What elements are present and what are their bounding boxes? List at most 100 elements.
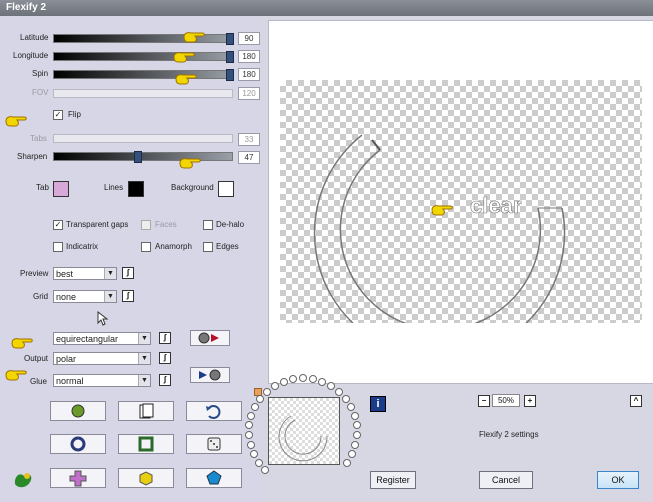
glue-label: Glue [30, 377, 47, 386]
input-projection-select[interactable]: equirectangular ▼ [53, 332, 151, 345]
undo-button[interactable] [186, 401, 242, 421]
transparent-gaps-checkbox[interactable]: ✓ [53, 220, 63, 230]
preview-overlay-text: clear [470, 193, 522, 219]
longitude-slider[interactable] [53, 51, 234, 63]
pointing-hand-icon [5, 116, 27, 127]
ok-button[interactable]: OK [597, 471, 639, 489]
navigator-dot [271, 381, 280, 390]
navigator-dot [334, 387, 343, 396]
globe-icon [71, 404, 85, 418]
navigator-arc [278, 415, 328, 462]
navigator-dot [249, 450, 258, 459]
latitude-slider[interactable] [53, 33, 234, 45]
chevron-down-icon: ▼ [138, 353, 150, 364]
pentagon-shape-button[interactable] [186, 468, 242, 488]
indicatrix-checkbox[interactable] [53, 242, 63, 252]
background-color-swatch[interactable] [218, 181, 234, 197]
navigator-dot [254, 458, 263, 467]
swap-left-icon [198, 332, 219, 344]
polar-arc-preview [313, 134, 566, 323]
preview-lock-icon[interactable]: ʃ [122, 267, 134, 279]
lines-color-swatch[interactable] [128, 181, 144, 197]
indicatrix-label: Indicatrix [66, 242, 99, 251]
sharpen-value[interactable]: 47 [238, 151, 260, 164]
navigator-dot [256, 394, 265, 403]
latitude-value[interactable]: 90 [238, 32, 260, 45]
navigator-dot [352, 431, 361, 440]
pentagon-icon [206, 470, 222, 485]
tabs-slider[interactable] [53, 134, 233, 143]
fov-slider[interactable] [53, 89, 233, 98]
navigator-dot [279, 377, 288, 386]
glue-lock-icon[interactable]: ʃ [159, 374, 171, 386]
output-projection-select[interactable]: polar ▼ [53, 352, 151, 365]
de-halo-checkbox[interactable] [203, 220, 213, 230]
navigator-dot [308, 374, 317, 383]
cube-shape-button[interactable] [118, 468, 174, 488]
window-title: Flexify 2 [6, 2, 47, 13]
cross-icon [69, 470, 87, 487]
tab-color-swatch[interactable] [53, 181, 69, 197]
longitude-label: Longitude [13, 51, 49, 60]
mouse-cursor-icon [97, 311, 109, 326]
collapse-icon[interactable]: ^ [630, 395, 642, 407]
sharpen-slider-thumb[interactable] [134, 151, 142, 163]
preview-quality-label: Preview [20, 269, 49, 278]
navigator-dot [260, 466, 269, 475]
output-lock-icon[interactable]: ʃ [159, 352, 171, 364]
zoom-out-button[interactable]: − [478, 395, 490, 407]
randomize-button[interactable] [50, 401, 106, 421]
chevron-down-icon: ▼ [104, 291, 116, 302]
flexify-logo-icon [14, 473, 32, 488]
swap-output-to-input-button[interactable] [190, 330, 230, 346]
pointing-hand-icon [5, 370, 27, 381]
zoom-level[interactable]: 50% [492, 394, 520, 407]
tabs-value[interactable]: 33 [238, 133, 260, 146]
fov-value[interactable]: 120 [238, 87, 260, 100]
faces-label: Faces [155, 220, 177, 229]
navigator-dot [351, 440, 360, 449]
spin-label: Spin [32, 69, 49, 78]
new-preset-button[interactable] [118, 401, 174, 421]
square-shape-button[interactable] [118, 434, 174, 454]
pointing-hand-icon [431, 205, 453, 216]
edges-label: Edges [216, 242, 239, 251]
spin-slider-thumb[interactable] [226, 69, 234, 81]
zoom-in-button[interactable]: + [524, 395, 536, 407]
cross-shape-button[interactable] [50, 468, 106, 488]
navigator-thumbnail[interactable] [268, 397, 340, 465]
spin-value[interactable]: 180 [238, 68, 260, 81]
latitude-slider-thumb[interactable] [226, 33, 234, 45]
anamorph-checkbox[interactable] [141, 242, 151, 252]
tab-color-label: Tab [36, 183, 49, 192]
faces-checkbox[interactable] [141, 220, 151, 230]
edges-checkbox[interactable] [203, 242, 213, 252]
dice-icon [207, 437, 221, 451]
title-bar: Flexify 2 [0, 0, 653, 16]
swap-right-icon [199, 369, 221, 381]
longitude-slider-thumb[interactable] [226, 51, 234, 63]
ring-shape-button[interactable] [50, 434, 106, 454]
cancel-button[interactable]: Cancel [479, 471, 533, 489]
grid-lock-icon[interactable]: ʃ [122, 290, 134, 302]
navigator-dot [346, 402, 355, 411]
longitude-value[interactable]: 180 [238, 50, 260, 63]
undo-icon [206, 405, 221, 419]
navigator-dot [350, 411, 359, 420]
pointing-hand-icon [173, 52, 195, 63]
glue-select[interactable]: normal ▼ [53, 374, 151, 387]
info-icon[interactable]: i [370, 396, 386, 412]
pointing-hand-icon [175, 74, 197, 85]
preview-quality-select[interactable]: best ▼ [53, 267, 117, 280]
dice-button[interactable] [186, 434, 242, 454]
document-icon [139, 403, 154, 419]
flip-checkbox[interactable]: ✓ [53, 110, 63, 120]
transparent-gaps-label: Transparent gaps [66, 220, 129, 229]
register-button[interactable]: Register [370, 471, 416, 489]
chevron-down-icon: ▼ [104, 268, 116, 279]
grid-select[interactable]: none ▼ [53, 290, 117, 303]
swap-input-to-output-button[interactable] [190, 367, 230, 383]
spin-slider[interactable] [53, 69, 234, 81]
sharpen-slider[interactable] [53, 151, 233, 163]
input-lock-icon[interactable]: ʃ [159, 332, 171, 344]
